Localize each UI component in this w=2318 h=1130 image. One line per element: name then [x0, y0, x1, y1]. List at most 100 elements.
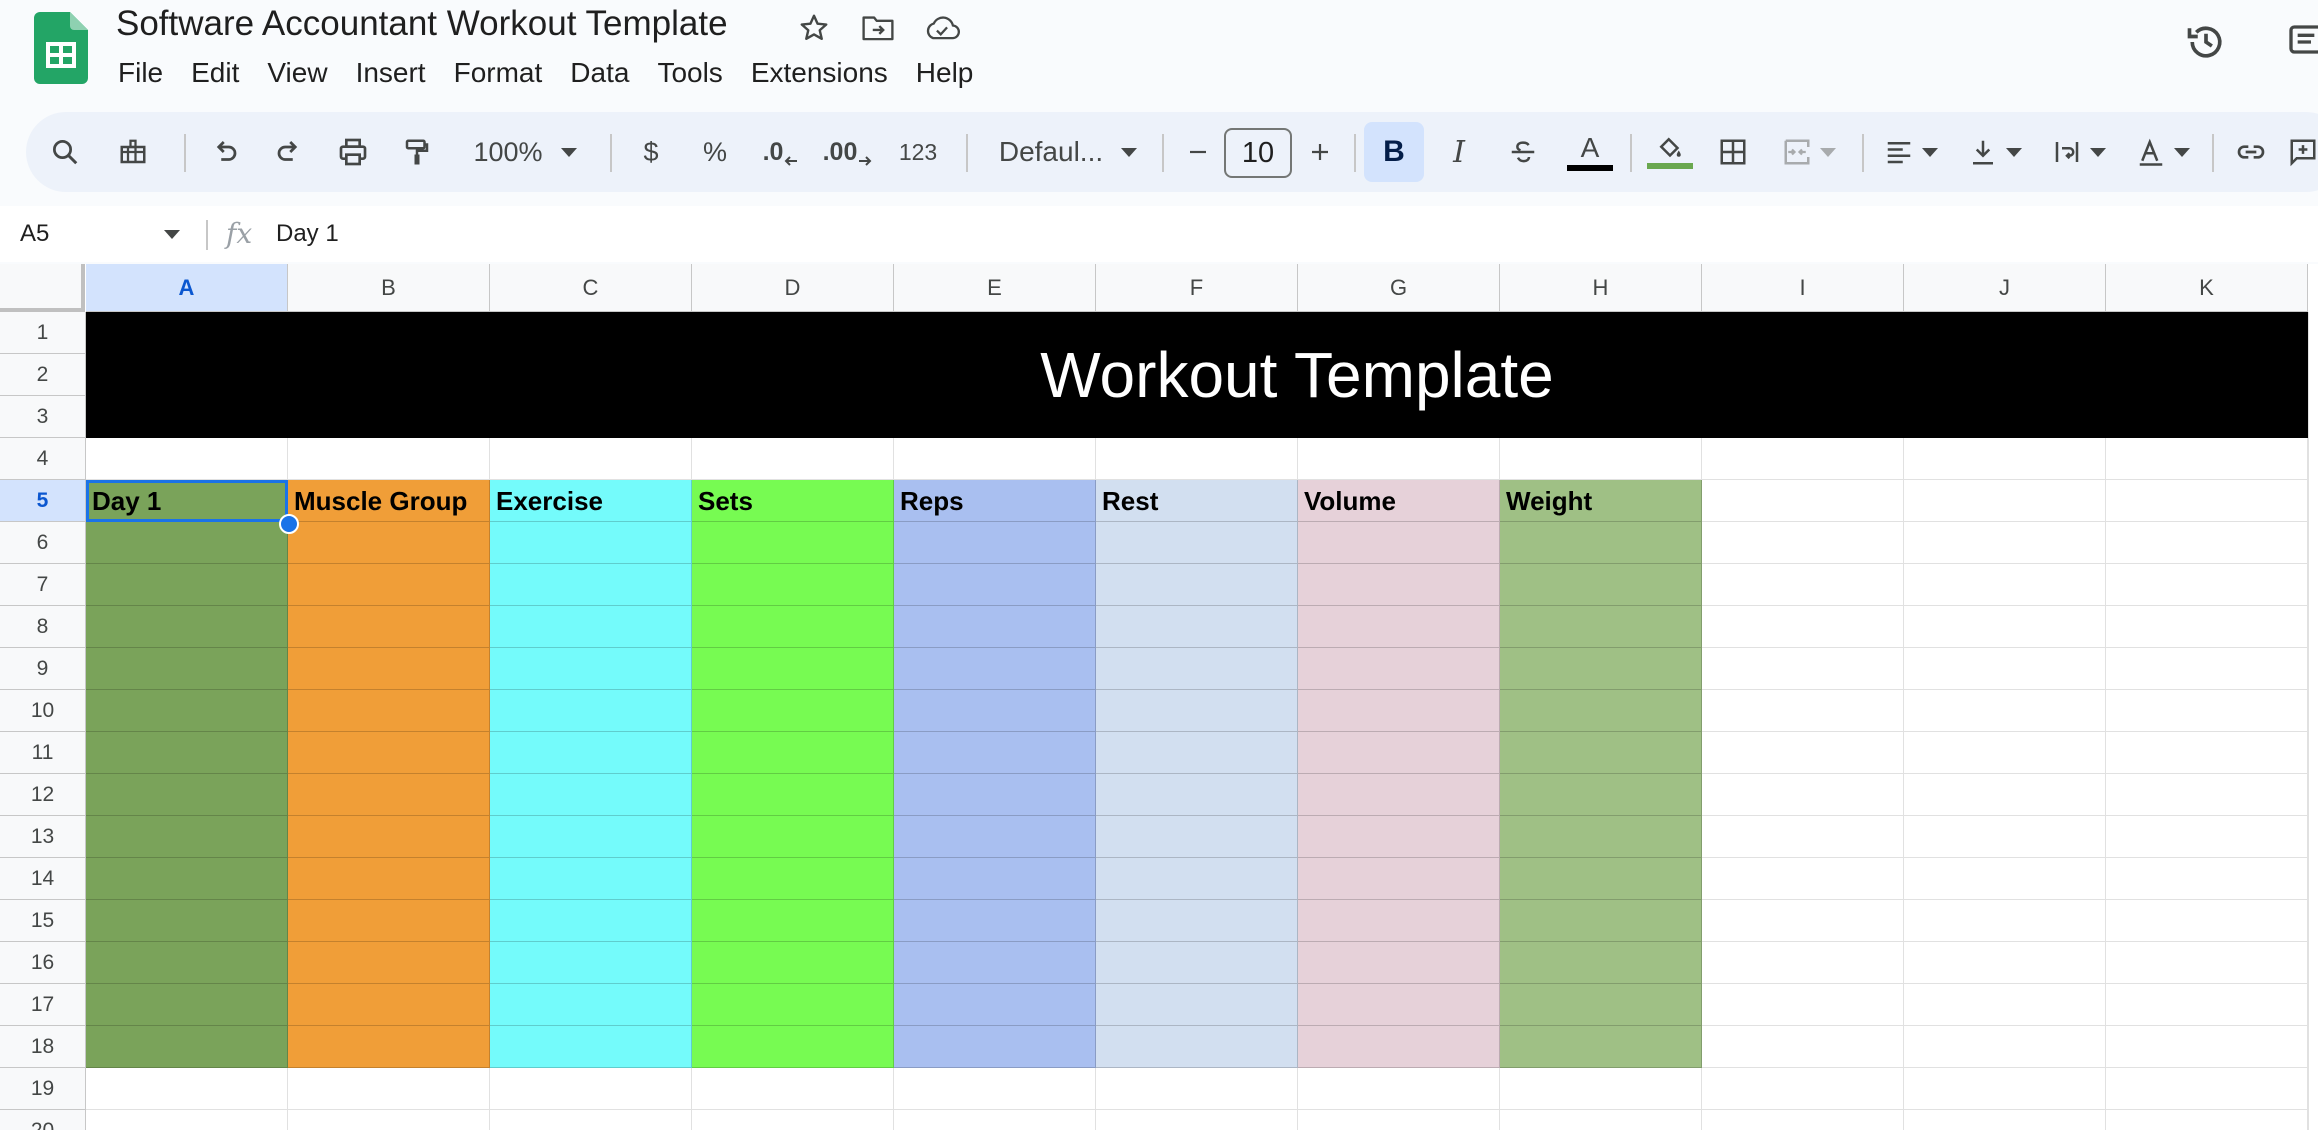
- cell-i19[interactable]: [1702, 1068, 1904, 1110]
- cell-k9[interactable]: [2106, 648, 2308, 690]
- cell-k18[interactable]: [2106, 1026, 2308, 1068]
- row-header-13[interactable]: 13: [0, 816, 86, 858]
- cell-b11[interactable]: [288, 732, 490, 774]
- increase-decimal-button[interactable]: .00: [818, 122, 878, 182]
- cell-d10[interactable]: [692, 690, 894, 732]
- move-folder-icon[interactable]: [858, 8, 898, 48]
- cell-h17[interactable]: [1500, 984, 1702, 1026]
- cell-k8[interactable]: [2106, 606, 2308, 648]
- cell-f4[interactable]: [1096, 438, 1298, 480]
- cell-h4[interactable]: [1500, 438, 1702, 480]
- column-header-e[interactable]: E: [894, 264, 1096, 312]
- cloud-saved-icon[interactable]: [922, 8, 962, 48]
- cell-d11[interactable]: [692, 732, 894, 774]
- row-header-17[interactable]: 17: [0, 984, 86, 1026]
- cell-a10[interactable]: [86, 690, 288, 732]
- cell-a12[interactable]: [86, 774, 288, 816]
- cell-f17[interactable]: [1096, 984, 1298, 1026]
- row-header-18[interactable]: 18: [0, 1026, 86, 1068]
- cell-c19[interactable]: [490, 1068, 692, 1110]
- cell-k17[interactable]: [2106, 984, 2308, 1026]
- cell-f15[interactable]: [1096, 900, 1298, 942]
- cell-k19[interactable]: [2106, 1068, 2308, 1110]
- paint-format-icon[interactable]: [390, 122, 444, 182]
- cell-b8[interactable]: [288, 606, 490, 648]
- cell-b16[interactable]: [288, 942, 490, 984]
- cell-j14[interactable]: [1904, 858, 2106, 900]
- cell-e20[interactable]: [894, 1110, 1096, 1130]
- cell-h18[interactable]: [1500, 1026, 1702, 1068]
- text-rotation-button[interactable]: [2124, 122, 2202, 182]
- cell-c13[interactable]: [490, 816, 692, 858]
- merge-cells-button[interactable]: [1770, 122, 1848, 182]
- cell-k6[interactable]: [2106, 522, 2308, 564]
- fill-color-button[interactable]: [1640, 122, 1700, 182]
- more-formats-button[interactable]: 123: [888, 122, 948, 182]
- cell-c20[interactable]: [490, 1110, 692, 1130]
- row-header-8[interactable]: 8: [0, 606, 86, 648]
- horizontal-align-button[interactable]: [1872, 122, 1950, 182]
- cell-j9[interactable]: [1904, 648, 2106, 690]
- cell-d13[interactable]: [692, 816, 894, 858]
- cell-f5[interactable]: Rest: [1096, 480, 1298, 522]
- cell-c12[interactable]: [490, 774, 692, 816]
- select-all-corner[interactable]: [0, 264, 85, 312]
- row-header-14[interactable]: 14: [0, 858, 86, 900]
- cell-h16[interactable]: [1500, 942, 1702, 984]
- cell-j7[interactable]: [1904, 564, 2106, 606]
- cell-a5[interactable]: Day 1: [86, 480, 288, 522]
- column-header-i[interactable]: I: [1702, 264, 1904, 312]
- cell-d8[interactable]: [692, 606, 894, 648]
- cell-a7[interactable]: [86, 564, 288, 606]
- cell-h7[interactable]: [1500, 564, 1702, 606]
- cell-a8[interactable]: [86, 606, 288, 648]
- cell-b13[interactable]: [288, 816, 490, 858]
- cell-f18[interactable]: [1096, 1026, 1298, 1068]
- cell-e10[interactable]: [894, 690, 1096, 732]
- cell-j4[interactable]: [1904, 438, 2106, 480]
- row-header-1[interactable]: 1: [0, 312, 86, 354]
- cell-d17[interactable]: [692, 984, 894, 1026]
- cell-e8[interactable]: [894, 606, 1096, 648]
- cell-a6[interactable]: [86, 522, 288, 564]
- cell-g16[interactable]: [1298, 942, 1500, 984]
- cell-d18[interactable]: [692, 1026, 894, 1068]
- search-icon[interactable]: [38, 122, 92, 182]
- cell-c9[interactable]: [490, 648, 692, 690]
- cell-h10[interactable]: [1500, 690, 1702, 732]
- cell-b6[interactable]: [288, 522, 490, 564]
- cell-h8[interactable]: [1500, 606, 1702, 648]
- cell-f19[interactable]: [1096, 1068, 1298, 1110]
- cell-h15[interactable]: [1500, 900, 1702, 942]
- cell-i5[interactable]: [1702, 480, 1904, 522]
- cell-b19[interactable]: [288, 1068, 490, 1110]
- cell-d19[interactable]: [692, 1068, 894, 1110]
- cell-i10[interactable]: [1702, 690, 1904, 732]
- cell-b18[interactable]: [288, 1026, 490, 1068]
- row-header-15[interactable]: 15: [0, 900, 86, 942]
- cell-c10[interactable]: [490, 690, 692, 732]
- cell-b15[interactable]: [288, 900, 490, 942]
- column-header-c[interactable]: C: [490, 264, 692, 312]
- cell-d7[interactable]: [692, 564, 894, 606]
- menu-format[interactable]: Format: [440, 50, 557, 96]
- workout-title-banner[interactable]: Workout Template: [86, 312, 2308, 438]
- column-header-g[interactable]: G: [1298, 264, 1500, 312]
- strikethrough-icon[interactable]: [1496, 122, 1550, 182]
- cell-j6[interactable]: [1904, 522, 2106, 564]
- formula-input[interactable]: Day 1: [276, 216, 339, 252]
- cell-f9[interactable]: [1096, 648, 1298, 690]
- cell-g5[interactable]: Volume: [1298, 480, 1500, 522]
- fill-handle[interactable]: [279, 514, 299, 534]
- cell-f13[interactable]: [1096, 816, 1298, 858]
- cell-e16[interactable]: [894, 942, 1096, 984]
- cell-e13[interactable]: [894, 816, 1096, 858]
- cell-k7[interactable]: [2106, 564, 2308, 606]
- insert-comment-icon[interactable]: [2288, 122, 2318, 182]
- cell-b4[interactable]: [288, 438, 490, 480]
- cell-c8[interactable]: [490, 606, 692, 648]
- cell-c15[interactable]: [490, 900, 692, 942]
- cell-h13[interactable]: [1500, 816, 1702, 858]
- format-percent-button[interactable]: %: [690, 122, 740, 182]
- cell-g4[interactable]: [1298, 438, 1500, 480]
